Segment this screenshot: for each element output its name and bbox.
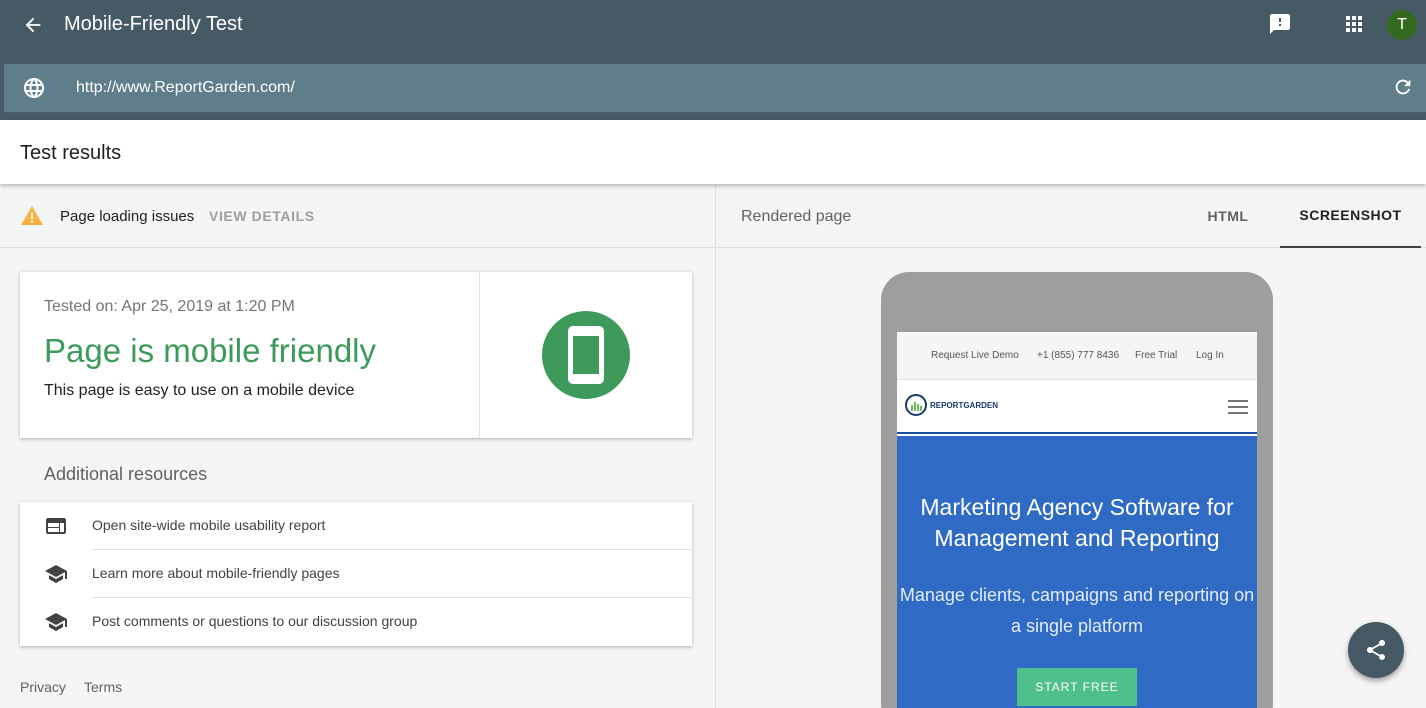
preview-hero-title: Marketing Agency Software for Management… [920,494,1234,551]
tabs-bar: Rendered page HTML SCREENSHOT [717,184,1426,248]
mobile-friendly-icon [542,311,630,399]
resource-discussion-group[interactable]: Post comments or questions to our discus… [20,598,692,646]
apps-button[interactable] [1342,12,1366,36]
tested-on-timestamp: Tested on: Apr 25, 2019 at 1:20 PM [44,298,295,315]
preview-logo-text: REPORTGARDEN [930,400,999,410]
result-description: This page is easy to use on a mobile dev… [44,382,355,399]
reportgarden-logo-icon [905,394,927,416]
preview-start-free-button: START FREE [1017,668,1137,706]
back-button[interactable] [20,12,46,38]
resources-list: Open site-wide mobile usability report L… [20,502,692,646]
results-header: Test results [0,120,1426,184]
right-panel: Rendered page HTML SCREENSHOT Request Li… [717,184,1426,708]
result-verdict: Page is mobile friendly [44,332,376,369]
app-header: Mobile-Friendly Test T [0,0,1426,120]
hamburger-menu-icon [1228,400,1248,414]
resource-usability-report[interactable]: Open site-wide mobile usability report [20,502,692,550]
refresh-icon [1395,79,1411,95]
phone-frame: Request Live Demo +1 (855) 777 8436 Free… [881,272,1273,708]
privacy-link[interactable]: Privacy [20,679,66,695]
url-input[interactable] [76,76,1356,100]
title-bar: Mobile-Friendly Test T [0,0,1426,50]
feedback-icon [1270,14,1290,34]
resource-label: Post comments or questions to our discus… [92,613,418,629]
account-avatar[interactable]: T [1387,10,1417,40]
share-icon [1367,640,1385,660]
results-title: Test results [20,142,122,164]
reload-button[interactable] [1392,76,1416,100]
web-icon [46,518,66,534]
resource-label: Learn more about mobile-friendly pages [92,565,340,581]
preview-nav-link: Log In [1196,350,1224,361]
globe-icon [24,78,44,98]
preview-nav-link: +1 (855) 777 8436 [1037,350,1120,361]
resource-label: Open site-wide mobile usability report [92,517,326,533]
school-icon [45,613,67,631]
issues-label: Page loading issues [60,208,195,225]
result-card: Tested on: Apr 25, 2019 at 1:20 PM Page … [20,272,692,438]
preview-nav-link: Free Trial [1135,350,1178,361]
preview-hero-subtitle: Manage clients, campaigns and reporting … [899,585,1255,636]
apps-grid-icon [1346,16,1362,32]
preview-top-nav: Request Live Demo +1 (855) 777 8436 Free… [897,332,1257,380]
preview-hero: Marketing Agency Software for Management… [897,436,1257,708]
school-icon [45,565,67,583]
tab-screenshot[interactable]: SCREENSHOT [1280,184,1421,248]
additional-resources-title: Additional resources [44,464,208,484]
view-details-button[interactable]: VIEW DETAILS [209,208,315,224]
left-panel: Page loading issues VIEW DETAILS Tested … [0,184,716,708]
rendered-page-label: Rendered page [741,208,852,225]
url-bar [4,64,1426,112]
tab-html[interactable]: HTML [1184,184,1272,248]
preview-nav-link: Request Live Demo [931,350,1019,361]
app-title: Mobile-Friendly Test [64,13,243,35]
preview-site-header: REPORTGARDEN [897,380,1257,434]
page-loading-issues-bar: Page loading issues VIEW DETAILS [0,184,716,248]
share-button[interactable] [1348,622,1404,678]
preview-logo: REPORTGARDEN [905,394,998,416]
warning-icon [21,205,43,225]
feedback-button[interactable] [1268,12,1292,36]
resource-learn-more[interactable]: Learn more about mobile-friendly pages [20,550,692,598]
rendered-screenshot: Request Live Demo +1 (855) 777 8436 Free… [897,332,1257,708]
terms-link[interactable]: Terms [84,679,122,695]
arrow-back-icon [25,17,41,33]
card-divider [479,272,480,438]
